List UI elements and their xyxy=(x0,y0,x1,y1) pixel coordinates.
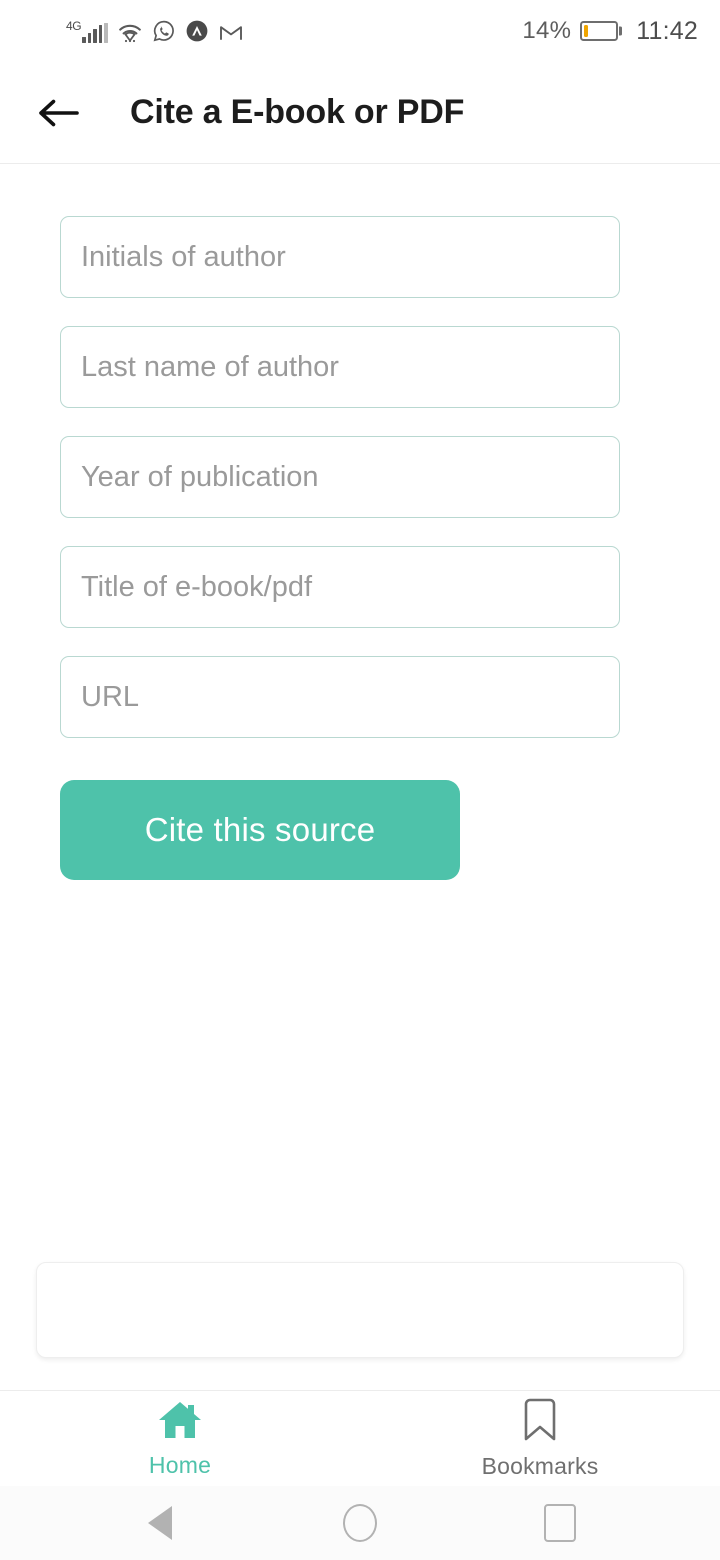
app-bar: Cite a E-book or PDF xyxy=(0,62,720,164)
signal-bars-icon xyxy=(82,23,108,43)
status-bar-clock: 11:42 xyxy=(636,16,698,45)
network-type-label: 4G xyxy=(66,19,82,33)
wifi-icon xyxy=(118,24,141,43)
content-area: Cite this source xyxy=(0,164,720,1390)
system-home-button[interactable] xyxy=(260,1486,460,1560)
circle-a-app-icon xyxy=(186,20,208,42)
status-bar-left-icons: 4G xyxy=(14,19,244,43)
bookmark-icon xyxy=(524,1398,556,1441)
last-name-of-author-input[interactable] xyxy=(63,327,619,407)
gmail-icon xyxy=(219,26,242,40)
back-button[interactable] xyxy=(30,85,86,141)
system-recents-button[interactable] xyxy=(460,1486,660,1560)
mobile-signal-group: 4G xyxy=(66,19,108,43)
field-initials-of-author[interactable] xyxy=(60,216,620,298)
square-recents-icon xyxy=(544,1504,576,1542)
cite-this-source-button[interactable]: Cite this source xyxy=(60,780,460,880)
battery-low-icon xyxy=(580,21,619,41)
field-url[interactable] xyxy=(60,656,620,738)
field-title-of-ebook-pdf[interactable] xyxy=(60,546,620,628)
title-of-ebook-pdf-input[interactable] xyxy=(63,547,619,627)
status-bar-right-icons: 14% 11:42 xyxy=(522,17,698,46)
nav-item-home-label: Home xyxy=(148,1452,212,1478)
arrow-left-icon xyxy=(39,99,79,126)
system-back-button[interactable] xyxy=(60,1486,260,1560)
android-system-nav xyxy=(0,1486,720,1560)
status-bar: 4G 14% 11:42 xyxy=(0,0,720,62)
citation-result-card xyxy=(36,1262,684,1358)
battery-percent-label: 14% xyxy=(522,17,572,44)
nav-item-home[interactable]: Home xyxy=(0,1391,360,1486)
nav-item-bookmarks[interactable]: Bookmarks xyxy=(360,1391,720,1486)
url-input[interactable] xyxy=(63,657,619,737)
year-of-publication-input[interactable] xyxy=(63,437,619,517)
initials-of-author-input[interactable] xyxy=(63,217,619,297)
field-year-of-publication[interactable] xyxy=(60,436,620,518)
field-last-name-of-author[interactable] xyxy=(60,326,620,408)
bottom-navigation: Home Bookmarks xyxy=(0,1390,720,1486)
page-title: Cite a E-book or PDF xyxy=(130,93,465,131)
citation-form: Cite this source xyxy=(0,164,720,880)
whatsapp-icon xyxy=(153,20,174,42)
home-icon xyxy=(159,1402,201,1438)
circle-home-icon xyxy=(343,1504,377,1542)
phone-screen: 4G 14% 11:42 Cite a E-book or PDF Initia… xyxy=(0,0,720,1560)
triangle-back-icon xyxy=(148,1506,172,1540)
nav-item-bookmarks-label: Bookmarks xyxy=(481,1453,599,1479)
